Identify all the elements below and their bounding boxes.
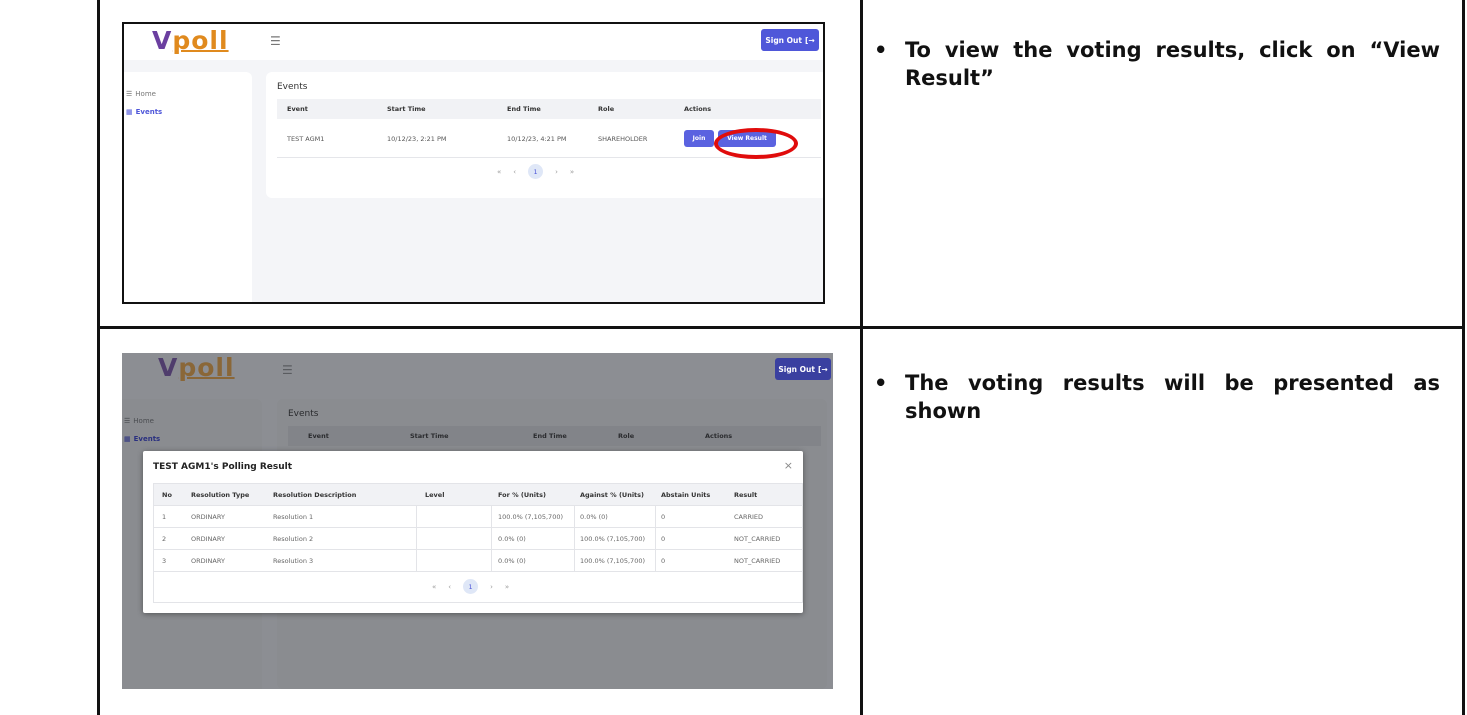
list-icon: ☰ <box>124 417 131 425</box>
last-page-icon[interactable]: » <box>505 583 509 591</box>
menu-icon[interactable]: ☰ <box>270 34 281 48</box>
prev-page-icon[interactable]: ‹ <box>513 168 516 176</box>
screenshot-polling-result: Vpoll ☰ Sign Out [→ ☰ Home ▦ Events Even… <box>122 353 833 689</box>
table-border-right <box>1462 0 1465 715</box>
next-page-icon[interactable]: › <box>490 583 493 591</box>
table-border-middle <box>860 0 863 715</box>
events-table-header: Event Start Time End Time Role Actions <box>288 426 821 446</box>
calendar-icon: ▦ <box>126 108 133 116</box>
table-row-divider <box>97 326 1465 329</box>
sidebar-item-events[interactable]: ▦ Events <box>124 435 160 443</box>
instruction-step-1: • To view the voting results, click on “… <box>874 38 1440 90</box>
col-actions: Actions <box>684 105 712 113</box>
sign-out-button[interactable]: Sign Out [→ <box>775 358 831 380</box>
page-button[interactable]: 1 <box>463 579 479 594</box>
results-pager-row: « ‹ 1 › » <box>154 572 802 602</box>
last-page-icon[interactable]: » <box>570 168 574 176</box>
polling-result-modal: TEST AGM1's Polling Result × No Resoluti… <box>143 451 803 613</box>
join-button[interactable]: Join <box>684 130 714 147</box>
col-end-time: End Time <box>507 105 541 113</box>
sidebar-item-events[interactable]: ▦ Events <box>126 108 162 116</box>
results-table: No Resolution Type Resolution Descriptio… <box>153 483 803 603</box>
page-button[interactable]: 1 <box>528 164 544 179</box>
sidebar: ☰ Home ▦ Events <box>124 72 252 302</box>
table-row: 3 ORDINARY Resolution 3 0.0% (0) 100.0% … <box>154 550 802 572</box>
instruction-step-2: • The voting results will be presented a… <box>874 371 1440 423</box>
calendar-icon: ▦ <box>124 435 131 443</box>
col-role: Role <box>598 105 615 113</box>
pagination: « ‹ 1 › » <box>497 164 574 179</box>
bullet: • <box>874 371 888 395</box>
events-table-header: Event Start Time End Time Role Actions <box>277 99 821 119</box>
vpoll-logo[interactable]: Vpoll <box>158 353 235 382</box>
col-event: Event <box>287 105 308 113</box>
events-title: Events <box>288 409 319 419</box>
first-page-icon[interactable]: « <box>432 583 436 591</box>
top-bar: Vpoll ☰ Sign Out [→ <box>122 353 833 387</box>
highlight-circle <box>714 128 798 159</box>
sidebar-item-home[interactable]: ☰ Home <box>124 417 154 425</box>
pagination: « ‹ 1 › » <box>432 579 509 594</box>
menu-icon[interactable]: ☰ <box>282 363 293 377</box>
screenshot-events-page: Vpoll ☰ Sign Out [→ ☰ Home ▦ Events Even… <box>122 22 825 304</box>
results-header: No Resolution Type Resolution Descriptio… <box>154 484 802 506</box>
sidebar-item-home[interactable]: ☰ Home <box>126 90 156 98</box>
top-bar: Vpoll ☰ Sign Out [→ <box>124 24 823 60</box>
events-title: Events <box>277 82 308 92</box>
first-page-icon[interactable]: « <box>497 168 501 176</box>
vpoll-logo[interactable]: Vpoll <box>152 26 229 55</box>
close-icon[interactable]: × <box>784 459 793 472</box>
col-start-time: Start Time <box>387 105 426 113</box>
logout-icon: [→ <box>804 35 815 45</box>
table-row: 2 ORDINARY Resolution 2 0.0% (0) 100.0% … <box>154 528 802 550</box>
table-row: 1 ORDINARY Resolution 1 100.0% (7,105,70… <box>154 506 802 528</box>
list-icon: ☰ <box>126 90 133 98</box>
logout-icon: [→ <box>817 364 828 374</box>
table-border-left <box>97 0 100 715</box>
modal-title: TEST AGM1's Polling Result <box>153 462 293 472</box>
sign-out-button[interactable]: Sign Out [→ <box>761 29 819 51</box>
prev-page-icon[interactable]: ‹ <box>448 583 451 591</box>
bullet: • <box>874 38 888 62</box>
next-page-icon[interactable]: › <box>555 168 558 176</box>
